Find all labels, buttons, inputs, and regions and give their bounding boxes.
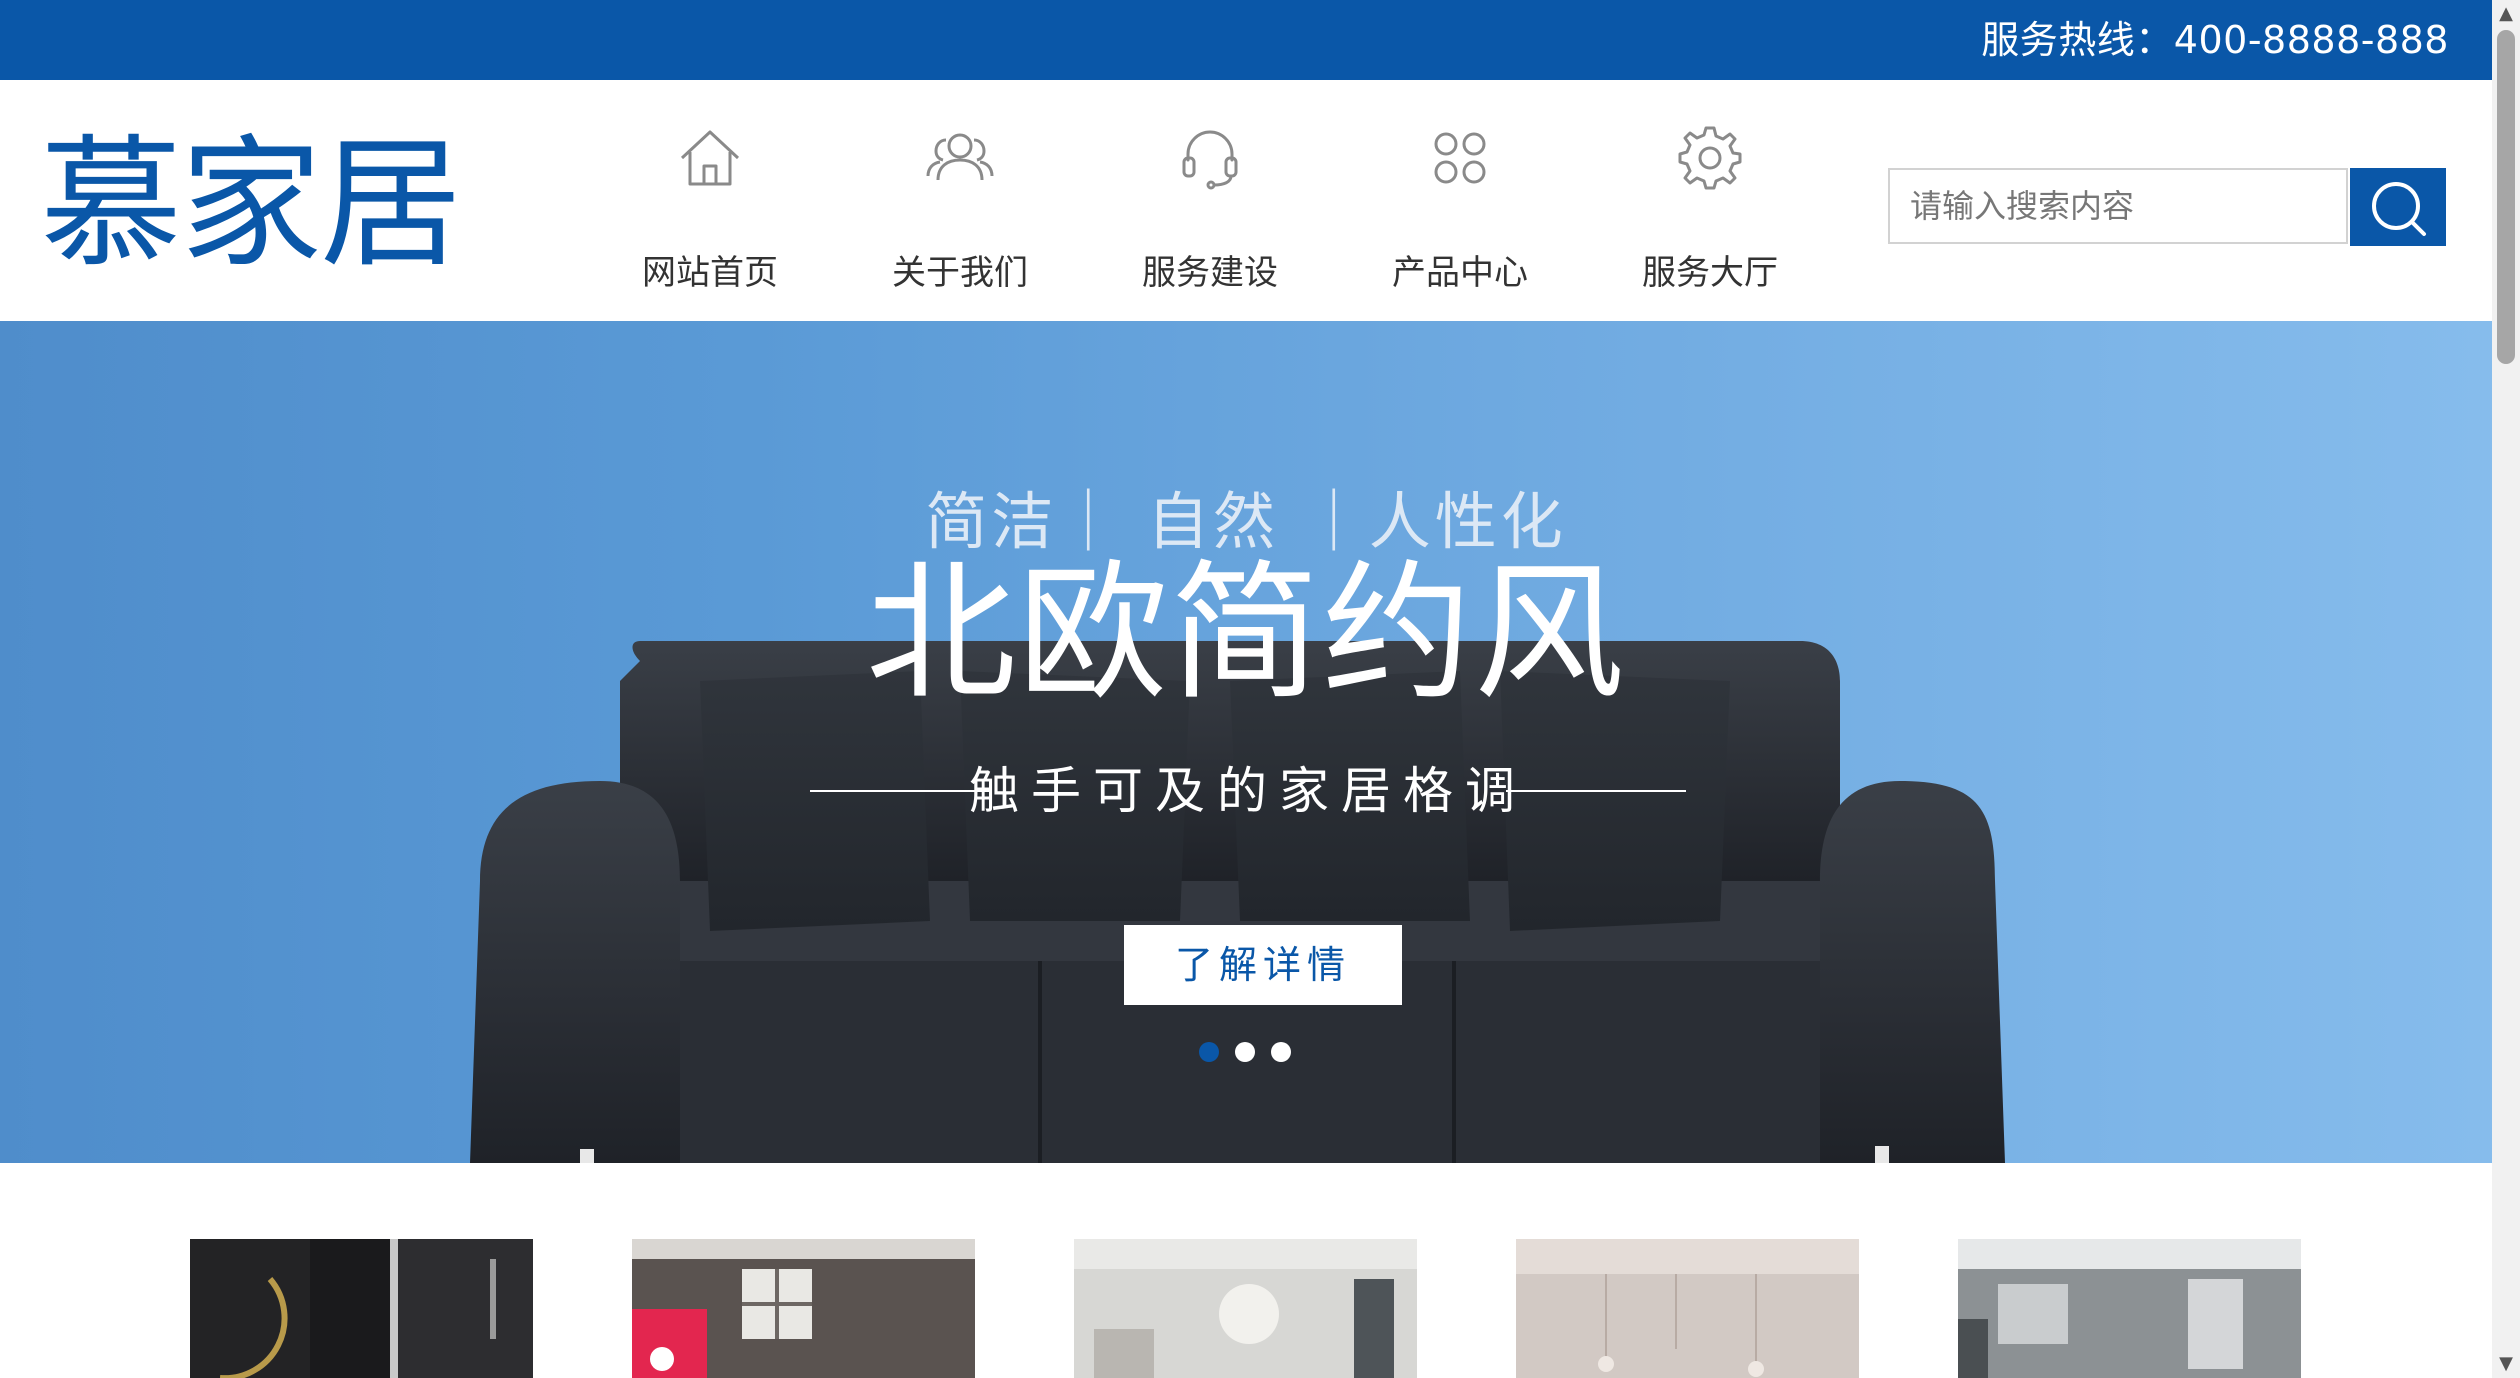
top-bar: 服务热线：400-8888-888 — [0, 0, 2492, 80]
scrollbar[interactable]: ▲ ▼ — [2492, 0, 2520, 1378]
thumbnail-bathroom[interactable] — [190, 1239, 533, 1378]
nav-item-products[interactable]: 产品中心 — [1335, 80, 1585, 321]
nav-label: 网站首页 — [642, 253, 778, 293]
nav-item-about[interactable]: 关于我们 — [835, 80, 1085, 321]
search-box — [1888, 168, 2446, 248]
bedroom-pink-image — [632, 1239, 975, 1378]
nav-item-service-hall[interactable]: 服务大厅 — [1585, 80, 1835, 321]
hotline-text: 服务热线：400-8888-888 — [1981, 18, 2449, 62]
nav-label: 产品中心 — [1392, 253, 1528, 293]
carousel-dot-1[interactable] — [1199, 1042, 1219, 1062]
living-room-gray-image — [1958, 1239, 2301, 1378]
scroll-down-arrow-icon[interactable]: ▼ — [2492, 1350, 2520, 1378]
banner-title: 北欧简约风 — [865, 547, 1626, 721]
hero-banner: 简洁｜ 自然 ｜人性化 北欧简约风 触手可及的家居格调 了解详情 — [0, 321, 2492, 1163]
thumbnail-living-room-gray[interactable] — [1958, 1239, 2301, 1378]
sofa-image — [470, 641, 2005, 1163]
banner-tagline-row: 触手可及的家居格调 — [810, 756, 1686, 826]
nav-item-services[interactable]: 服务建设 — [1085, 80, 1335, 321]
carousel-dot-3[interactable] — [1271, 1042, 1291, 1062]
gear-icon — [1678, 126, 1742, 190]
search-input[interactable] — [1888, 168, 2348, 244]
thumbnail-dining-room[interactable] — [1516, 1239, 1859, 1378]
thumbnail-row — [0, 1163, 2492, 1378]
nav-label: 服务大厅 — [1642, 253, 1778, 293]
bedroom-light-image — [1074, 1239, 1417, 1378]
site-logo[interactable]: 慕家居 — [40, 130, 462, 280]
users-icon — [926, 133, 994, 181]
dining-room-image — [1516, 1239, 1859, 1378]
search-button[interactable] — [2350, 168, 2446, 246]
carousel-dot-2[interactable] — [1235, 1042, 1255, 1062]
search-icon — [2372, 181, 2426, 236]
headset-icon — [1182, 130, 1238, 190]
nav-label: 关于我们 — [892, 253, 1028, 293]
bathroom-image — [190, 1239, 533, 1378]
header: 慕家居 网站首页 关于我们 服务建设 产品中心 服务大厅 请输入搜索内容 — [0, 80, 2492, 321]
home-icon — [680, 130, 740, 186]
scroll-up-arrow-icon[interactable]: ▲ — [2492, 0, 2520, 28]
nav-label: 服务建设 — [1142, 253, 1278, 293]
divider-line — [1506, 790, 1686, 792]
grid-icon — [1434, 132, 1486, 184]
learn-more-button[interactable]: 了解详情 — [1124, 925, 1402, 1005]
thumbnail-bedroom-light[interactable] — [1074, 1239, 1417, 1378]
scrollbar-thumb[interactable] — [2497, 30, 2515, 364]
nav-item-home[interactable]: 网站首页 — [585, 80, 835, 321]
thumbnail-bedroom-pink[interactable] — [632, 1239, 975, 1378]
